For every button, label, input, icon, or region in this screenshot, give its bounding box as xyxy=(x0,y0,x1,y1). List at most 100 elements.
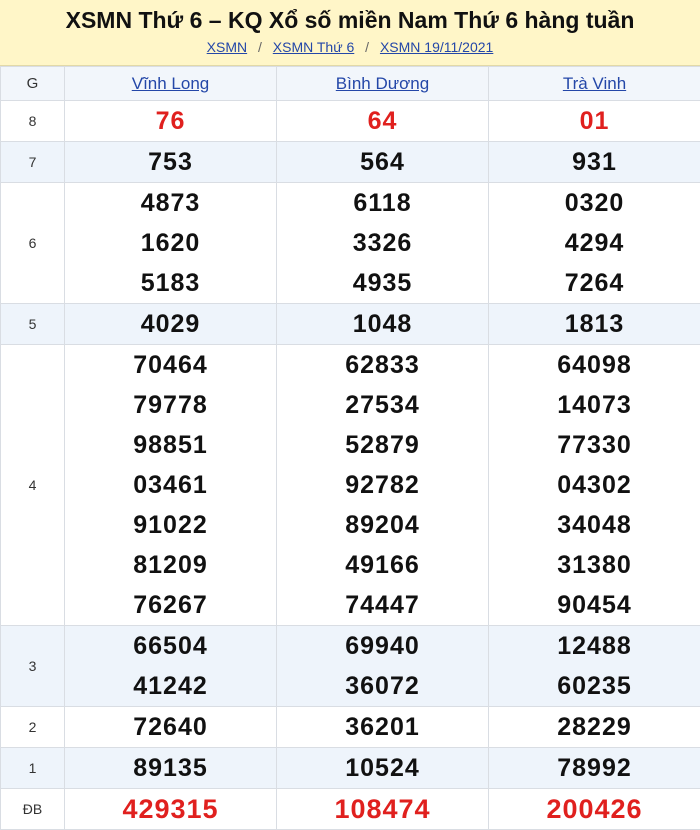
result-cell: 1813 xyxy=(489,304,700,345)
lottery-number: 04302 xyxy=(489,465,700,505)
lottery-number: 74447 xyxy=(277,585,488,625)
table-row: 1891351052478992 xyxy=(1,748,700,789)
lottery-number: 76 xyxy=(65,101,276,141)
result-cell: 01 xyxy=(489,101,700,142)
lottery-number: 1048 xyxy=(277,304,488,344)
page-title: XSMN Thứ 6 – KQ Xổ số miền Nam Thứ 6 hàn… xyxy=(0,0,700,34)
table-row: 5402910481813 xyxy=(1,304,700,345)
province-header-cell: Bình Dương xyxy=(277,67,489,101)
lottery-number: 70464 xyxy=(65,345,276,385)
table-row: 3665044124269940360721248860235 xyxy=(1,626,700,707)
result-cell: 6650441242 xyxy=(65,626,277,707)
lottery-number: 429315 xyxy=(65,789,276,829)
result-cell: 931 xyxy=(489,142,700,183)
prize-label: 4 xyxy=(1,345,65,626)
result-cell: 032042947264 xyxy=(489,183,700,304)
prize-label: 6 xyxy=(1,183,65,304)
breadcrumb-link-date[interactable]: XSMN 19/11/2021 xyxy=(380,39,493,55)
result-cell: 753 xyxy=(65,142,277,183)
lottery-number: 564 xyxy=(277,142,488,182)
breadcrumb-separator: / xyxy=(258,39,262,55)
breadcrumb-separator: / xyxy=(365,39,369,55)
lottery-number: 49166 xyxy=(277,545,488,585)
result-cell: 564 xyxy=(277,142,489,183)
result-cell: 200426 xyxy=(489,789,700,830)
lottery-number: 81209 xyxy=(65,545,276,585)
lottery-number: 34048 xyxy=(489,505,700,545)
result-cell: 10524 xyxy=(277,748,489,789)
lottery-number: 66504 xyxy=(65,626,276,666)
page-header: XSMN Thứ 6 – KQ Xổ số miền Nam Thứ 6 hàn… xyxy=(0,0,700,66)
lottery-number: 60235 xyxy=(489,666,700,706)
lottery-number: 10524 xyxy=(277,748,488,788)
lottery-number: 79778 xyxy=(65,385,276,425)
lottery-number: 108474 xyxy=(277,789,488,829)
prize-label: 8 xyxy=(1,101,65,142)
lottery-number: 28229 xyxy=(489,707,700,747)
table-row: 8766401 xyxy=(1,101,700,142)
lottery-number: 0320 xyxy=(489,183,700,223)
lottery-number: 90454 xyxy=(489,585,700,625)
result-cell: 108474 xyxy=(277,789,489,830)
breadcrumb: XSMN / XSMN Thứ 6 / XSMN 19/11/2021 xyxy=(0,39,700,55)
result-cell: 28229 xyxy=(489,707,700,748)
result-cell: 429315 xyxy=(65,789,277,830)
lottery-number: 03461 xyxy=(65,465,276,505)
lottery-number: 7264 xyxy=(489,263,700,303)
lottery-number: 78992 xyxy=(489,748,700,788)
table-row: 6487316205183611833264935032042947264 xyxy=(1,183,700,304)
province-link-tra-vinh[interactable]: Trà Vinh xyxy=(563,74,626,93)
lottery-number: 64 xyxy=(277,101,488,141)
result-cell: 72640 xyxy=(65,707,277,748)
lottery-number: 98851 xyxy=(65,425,276,465)
province-link-vinh-long[interactable]: Vĩnh Long xyxy=(132,74,210,93)
prize-label: 7 xyxy=(1,142,65,183)
lottery-number: 753 xyxy=(65,142,276,182)
lottery-number: 4873 xyxy=(65,183,276,223)
prize-label: 2 xyxy=(1,707,65,748)
province-link-binh-duong[interactable]: Bình Dương xyxy=(336,74,429,93)
result-cell: 611833264935 xyxy=(277,183,489,304)
lottery-number: 1620 xyxy=(65,223,276,263)
province-header-cell: Vĩnh Long xyxy=(65,67,277,101)
lottery-number: 62833 xyxy=(277,345,488,385)
result-cell: 89135 xyxy=(65,748,277,789)
lottery-number: 1813 xyxy=(489,304,700,344)
result-cell: 1048 xyxy=(277,304,489,345)
lottery-number: 200426 xyxy=(489,789,700,829)
lottery-number: 64098 xyxy=(489,345,700,385)
result-cell: 6994036072 xyxy=(277,626,489,707)
lottery-number: 89135 xyxy=(65,748,276,788)
lottery-number: 01 xyxy=(489,101,700,141)
result-cell: 36201 xyxy=(277,707,489,748)
lottery-number: 4029 xyxy=(65,304,276,344)
lottery-number: 77330 xyxy=(489,425,700,465)
lottery-number: 36072 xyxy=(277,666,488,706)
breadcrumb-link-xsmn-thu-6[interactable]: XSMN Thứ 6 xyxy=(273,39,354,55)
breadcrumb-link-xsmn[interactable]: XSMN xyxy=(207,39,247,55)
prize-label: ĐB xyxy=(1,789,65,830)
lottery-number: 36201 xyxy=(277,707,488,747)
table-header-row: G Vĩnh Long Bình Dương Trà Vinh xyxy=(1,67,700,101)
result-cell: 70464797789885103461910228120976267 xyxy=(65,345,277,626)
result-cell: 1248860235 xyxy=(489,626,700,707)
lottery-number: 12488 xyxy=(489,626,700,666)
lottery-number: 4294 xyxy=(489,223,700,263)
lottery-number: 3326 xyxy=(277,223,488,263)
result-cell: 64 xyxy=(277,101,489,142)
prize-label: 5 xyxy=(1,304,65,345)
lottery-number: 92782 xyxy=(277,465,488,505)
lottery-number: 27534 xyxy=(277,385,488,425)
province-header-cell: Trà Vinh xyxy=(489,67,700,101)
table-row: 2726403620128229 xyxy=(1,707,700,748)
prize-column-header: G xyxy=(1,67,65,101)
lottery-number: 89204 xyxy=(277,505,488,545)
lottery-number: 91022 xyxy=(65,505,276,545)
lottery-number: 72640 xyxy=(65,707,276,747)
lottery-number: 31380 xyxy=(489,545,700,585)
lottery-number: 69940 xyxy=(277,626,488,666)
lottery-number: 5183 xyxy=(65,263,276,303)
result-cell: 64098140737733004302340483138090454 xyxy=(489,345,700,626)
lottery-number: 931 xyxy=(489,142,700,182)
lottery-number: 76267 xyxy=(65,585,276,625)
